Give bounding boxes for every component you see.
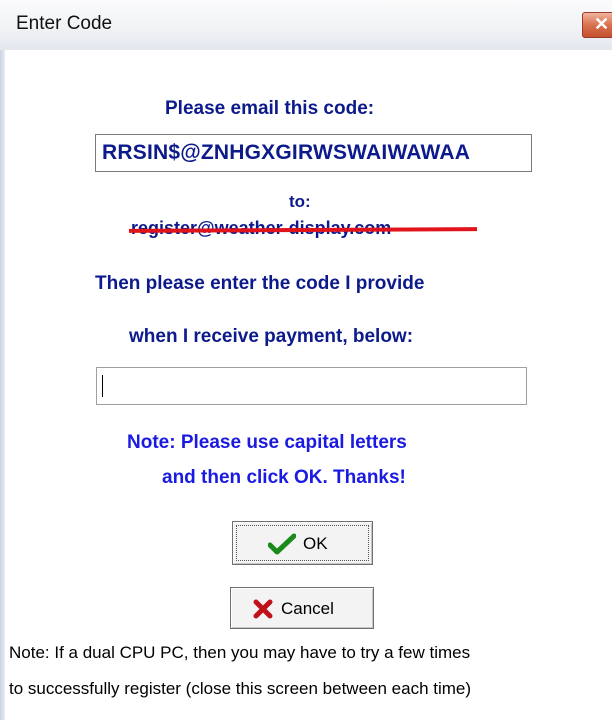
window-title: Enter Code <box>16 13 113 34</box>
title-bar: Enter Code ✕ <box>0 0 612 51</box>
email-address-struck: register@weather-display.com <box>128 218 478 239</box>
ok-button-label: OK <box>303 534 328 553</box>
instruction-line-1: Then please enter the code I provide <box>95 273 425 294</box>
note-line-1: Note: Please use capital letters <box>127 432 407 453</box>
registration-code-value: RRSIN$@ZNHGXGIRWSWAIWAWAA <box>102 141 471 164</box>
red-x-icon <box>253 599 273 619</box>
cancel-button[interactable]: Cancel <box>230 587 374 629</box>
text-caret <box>102 375 103 397</box>
registration-code-field[interactable]: RRSIN$@ZNHGXGIRWSWAIWAWAA <box>95 134 532 172</box>
close-button[interactable]: ✕ <box>582 12 612 38</box>
footnote-line-1: Note: If a dual CPU PC, then you may hav… <box>9 643 471 662</box>
to-label: to: <box>289 192 311 211</box>
note-line-2: and then click OK. Thanks! <box>162 467 406 488</box>
unlock-code-input[interactable] <box>96 367 527 405</box>
footnote-line-2: to successfully register (close this scr… <box>9 679 472 698</box>
close-icon: ✕ <box>594 14 610 34</box>
cancel-button-label: Cancel <box>281 599 334 618</box>
email-prompt-label: Please email this code: <box>165 98 375 119</box>
ok-button[interactable]: OK <box>232 521 373 565</box>
checkmark-icon <box>268 533 296 555</box>
instruction-line-2: when I receive payment, below: <box>129 326 414 347</box>
